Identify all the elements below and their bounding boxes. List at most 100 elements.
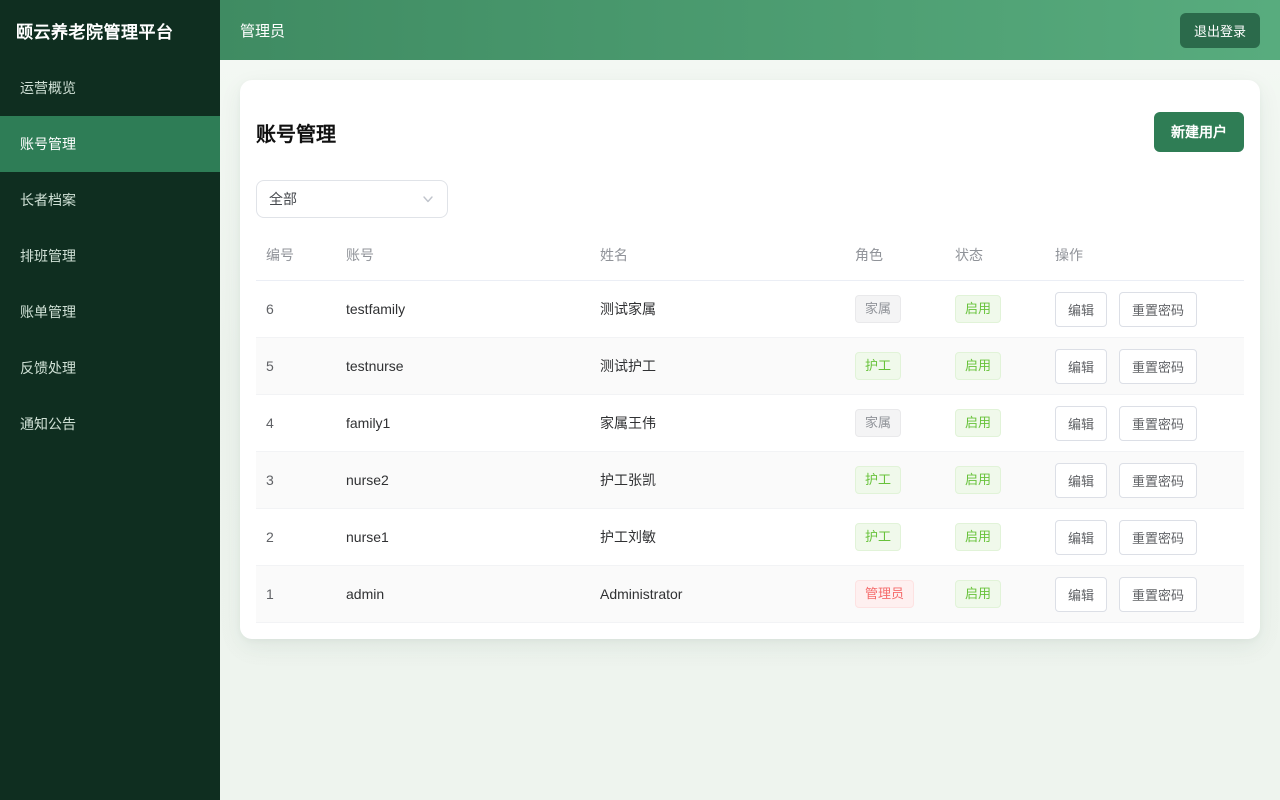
edit-button[interactable]: 编辑 xyxy=(1055,577,1107,612)
edit-button[interactable]: 编辑 xyxy=(1055,463,1107,498)
role-badge: 家属 xyxy=(855,295,901,323)
edit-button[interactable]: 编辑 xyxy=(1055,406,1107,441)
reset-password-button[interactable]: 重置密码 xyxy=(1119,520,1197,555)
page-title: 账号管理 xyxy=(256,118,336,147)
cell-actions: 编辑重置密码 xyxy=(1045,566,1244,623)
cell-account: admin xyxy=(336,566,590,623)
account-management-card: 账号管理 新建用户 全部 xyxy=(240,80,1260,639)
sidebar-item-3[interactable]: 长者档案 xyxy=(0,172,220,228)
topbar: 管理员 退出登录 xyxy=(220,0,1280,60)
status-badge: 启用 xyxy=(955,523,1001,551)
cell-account: family1 xyxy=(336,395,590,452)
table-header-row: 编号账号姓名角色状态操作 xyxy=(256,230,1244,281)
cell-actions: 编辑重置密码 xyxy=(1045,338,1244,395)
sidebar-item-1[interactable]: 运营概览 xyxy=(0,60,220,116)
reset-password-button[interactable]: 重置密码 xyxy=(1119,349,1197,384)
role-filter-select[interactable]: 全部 xyxy=(256,180,448,218)
sidebar-item-6[interactable]: 反馈处理 xyxy=(0,340,220,396)
column-header: 角色 xyxy=(845,230,945,281)
column-header: 姓名 xyxy=(590,230,845,281)
edit-button[interactable]: 编辑 xyxy=(1055,520,1107,555)
new-user-button[interactable]: 新建用户 xyxy=(1154,112,1244,152)
app-layout: 颐云养老院管理平台 运营概览账号管理长者档案排班管理账单管理反馈处理通知公告 管… xyxy=(0,0,1280,800)
reset-password-button[interactable]: 重置密码 xyxy=(1119,406,1197,441)
status-badge: 启用 xyxy=(955,409,1001,437)
cell-name: 测试家属 xyxy=(590,281,845,338)
cell-role: 护工 xyxy=(845,452,945,509)
cell-account: nurse2 xyxy=(336,452,590,509)
edit-button[interactable]: 编辑 xyxy=(1055,349,1107,384)
cell-id: 1 xyxy=(256,566,336,623)
cell-id: 3 xyxy=(256,452,336,509)
filter-row: 全部 xyxy=(256,180,1244,218)
reset-password-button[interactable]: 重置密码 xyxy=(1119,577,1197,612)
role-badge: 护工 xyxy=(855,523,901,551)
current-user-label: 管理员 xyxy=(240,20,285,41)
table-row: 3nurse2护工张凯护工 启用 编辑重置密码 xyxy=(256,452,1244,509)
column-header: 编号 xyxy=(256,230,336,281)
table-row: 4family1家属王伟家属 启用 编辑重置密码 xyxy=(256,395,1244,452)
role-filter-value: 全部 xyxy=(269,189,297,209)
cell-id: 5 xyxy=(256,338,336,395)
cell-id: 6 xyxy=(256,281,336,338)
column-header: 账号 xyxy=(336,230,590,281)
table-row: 5testnurse测试护工护工 启用 编辑重置密码 xyxy=(256,338,1244,395)
role-badge: 护工 xyxy=(855,466,901,494)
cell-name: Administrator xyxy=(590,566,845,623)
cell-name: 家属王伟 xyxy=(590,395,845,452)
cell-status: 启用 xyxy=(945,338,1045,395)
cell-actions: 编辑重置密码 xyxy=(1045,452,1244,509)
cell-status: 启用 xyxy=(945,281,1045,338)
status-badge: 启用 xyxy=(955,352,1001,380)
sidebar: 颐云养老院管理平台 运营概览账号管理长者档案排班管理账单管理反馈处理通知公告 xyxy=(0,0,220,800)
sidebar-item-5[interactable]: 账单管理 xyxy=(0,284,220,340)
sidebar-item-7[interactable]: 通知公告 xyxy=(0,396,220,452)
cell-role: 管理员 xyxy=(845,566,945,623)
cell-actions: 编辑重置密码 xyxy=(1045,509,1244,566)
cell-role: 家属 xyxy=(845,281,945,338)
status-badge: 启用 xyxy=(955,295,1001,323)
cell-actions: 编辑重置密码 xyxy=(1045,395,1244,452)
role-badge: 家属 xyxy=(855,409,901,437)
column-header: 状态 xyxy=(945,230,1045,281)
cell-role: 护工 xyxy=(845,338,945,395)
sidebar-item-4[interactable]: 排班管理 xyxy=(0,228,220,284)
status-badge: 启用 xyxy=(955,580,1001,608)
cell-account: testfamily xyxy=(336,281,590,338)
table-row: 1adminAdministrator 管理员 启用 编辑重置密码 xyxy=(256,566,1244,623)
reset-password-button[interactable]: 重置密码 xyxy=(1119,292,1197,327)
cell-actions: 编辑重置密码 xyxy=(1045,281,1244,338)
content-area: 管理员 退出登录 账号管理 新建用户 全部 xyxy=(220,0,1280,800)
sidebar-menu: 运营概览账号管理长者档案排班管理账单管理反馈处理通知公告 xyxy=(0,60,220,452)
cell-account: nurse1 xyxy=(336,509,590,566)
main-panel: 账号管理 新建用户 全部 xyxy=(220,60,1280,800)
table-row: 6testfamily测试家属家属 启用 编辑重置密码 xyxy=(256,281,1244,338)
cell-role: 护工 xyxy=(845,509,945,566)
status-badge: 启用 xyxy=(955,466,1001,494)
cell-status: 启用 xyxy=(945,566,1045,623)
cell-id: 2 xyxy=(256,509,336,566)
role-badge: 管理员 xyxy=(855,580,914,608)
table-body: 6testfamily测试家属家属启用编辑重置密码5testnurse测试护工护… xyxy=(256,281,1244,623)
reset-password-button[interactable]: 重置密码 xyxy=(1119,463,1197,498)
sidebar-item-2[interactable]: 账号管理 xyxy=(0,116,220,172)
app-title: 颐云养老院管理平台 xyxy=(0,0,220,60)
cell-status: 启用 xyxy=(945,452,1045,509)
cell-account: testnurse xyxy=(336,338,590,395)
cell-status: 启用 xyxy=(945,395,1045,452)
table-header: 编号账号姓名角色状态操作 xyxy=(256,230,1244,281)
column-header: 操作 xyxy=(1045,230,1244,281)
logout-button[interactable]: 退出登录 xyxy=(1180,13,1260,48)
card-header: 账号管理 新建用户 xyxy=(256,96,1244,160)
edit-button[interactable]: 编辑 xyxy=(1055,292,1107,327)
cell-name: 护工张凯 xyxy=(590,452,845,509)
cell-name: 测试护工 xyxy=(590,338,845,395)
chevron-down-icon xyxy=(421,192,435,206)
cell-id: 4 xyxy=(256,395,336,452)
role-badge: 护工 xyxy=(855,352,901,380)
cell-status: 启用 xyxy=(945,509,1045,566)
table-row: 2nurse1护工刘敏护工 启用 编辑重置密码 xyxy=(256,509,1244,566)
accounts-table: 编号账号姓名角色状态操作 6testfamily测试家属家属启用编辑重置密码5t… xyxy=(256,230,1244,623)
cell-role: 家属 xyxy=(845,395,945,452)
cell-name: 护工刘敏 xyxy=(590,509,845,566)
